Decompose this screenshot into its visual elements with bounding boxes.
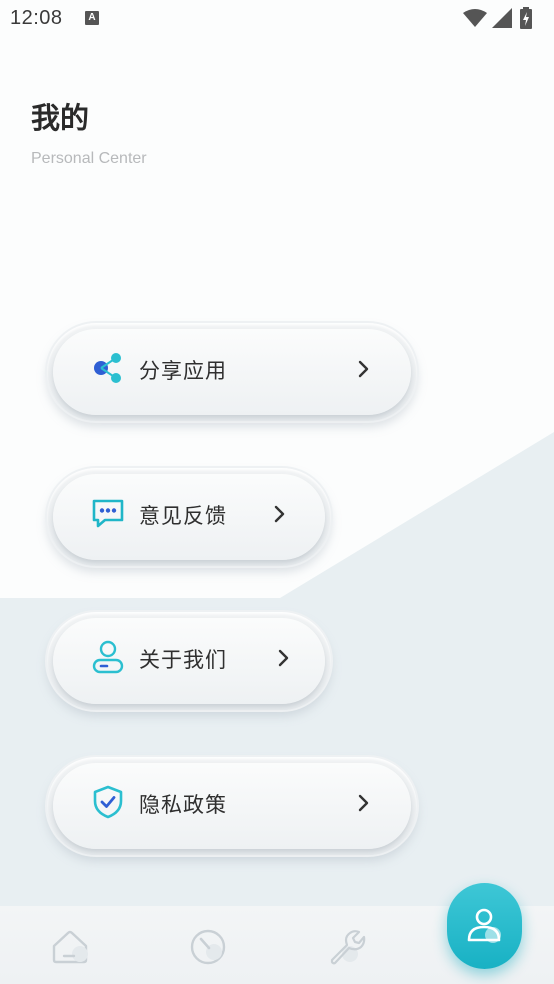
- menu-item-surface: 意见反馈: [53, 474, 325, 560]
- status-bar: 12:08 A: [0, 0, 554, 38]
- speedometer-icon: [190, 929, 226, 965]
- menu-item-surface: 隐私政策: [53, 763, 411, 849]
- menu-item-label: 分享应用: [139, 359, 227, 383]
- chevron-right-icon: [273, 504, 287, 524]
- cellular-signal-icon: [492, 8, 512, 28]
- menu-item-privacy-policy[interactable]: 隐私政策: [47, 757, 417, 855]
- chevron-right-icon: [357, 793, 371, 813]
- menu-item-share-app[interactable]: 分享应用: [47, 323, 417, 421]
- profile-icon: [467, 908, 501, 943]
- feedback-chat-icon: [92, 499, 124, 528]
- chevron-right-icon: [277, 648, 291, 668]
- privacy-shield-icon: [93, 785, 123, 819]
- wrench-icon: [330, 930, 366, 965]
- nav-tab-tools[interactable]: [326, 926, 366, 966]
- menu-item-label: 关于我们: [139, 648, 227, 672]
- status-time: 12:08: [10, 7, 63, 29]
- nav-tab-profile-active[interactable]: [447, 883, 522, 969]
- page-title: 我的: [31, 101, 90, 135]
- page-subtitle: Personal Center: [31, 150, 147, 167]
- menu-item-surface: 分享应用: [53, 329, 411, 415]
- menu-item-label: 意见反馈: [139, 504, 227, 528]
- menu-item-label: 隐私政策: [139, 793, 227, 817]
- share-icon: [94, 353, 121, 383]
- chevron-right-icon: [357, 359, 371, 379]
- battery-charging-icon: [520, 7, 532, 29]
- menu-item-feedback[interactable]: 意见反馈: [47, 468, 331, 566]
- wifi-icon: [463, 9, 487, 27]
- nav-tab-home[interactable]: [50, 926, 90, 966]
- status-notification-icon: A: [85, 11, 99, 25]
- menu-item-about-us[interactable]: 关于我们: [47, 612, 331, 710]
- menu-item-surface: 关于我们: [53, 618, 325, 704]
- about-user-icon: [92, 640, 124, 674]
- home-icon: [52, 930, 88, 964]
- nav-tab-speed[interactable]: [188, 926, 228, 966]
